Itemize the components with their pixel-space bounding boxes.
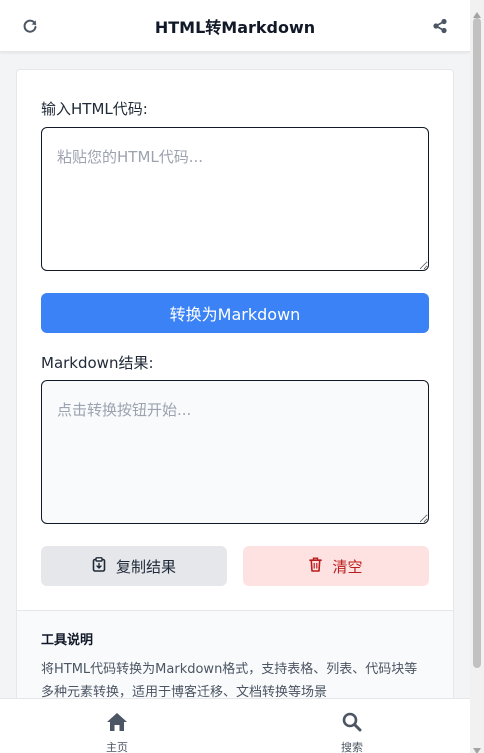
markdown-output-textarea[interactable] (41, 380, 429, 524)
nav-label-home: 主页 (106, 741, 128, 753)
clipboard-icon (92, 556, 106, 576)
app-root: HTML转Markdown 输入HTML代码: 转换为Markdown Mark… (0, 0, 484, 753)
clear-button[interactable]: 清空 (243, 546, 429, 586)
scrollbar-thumb[interactable] (473, 18, 481, 668)
refresh-icon[interactable] (20, 16, 40, 36)
copy-result-button[interactable]: 复制结果 (41, 546, 227, 586)
bottom-nav: 主页 搜索 (0, 698, 470, 753)
home-icon (106, 712, 128, 736)
copy-result-label: 复制结果 (115, 557, 176, 576)
tool-info-title: 工具说明 (41, 633, 94, 648)
trash-icon (309, 557, 323, 576)
converter-card: 输入HTML代码: 转换为Markdown Markdown结果: 复制结果 (16, 69, 454, 753)
nav-item-search[interactable]: 搜索 (322, 712, 382, 753)
search-icon (342, 712, 362, 736)
html-input-textarea[interactable] (41, 127, 429, 271)
share-icon[interactable] (430, 16, 450, 36)
convert-button[interactable]: 转换为Markdown (41, 293, 429, 333)
app-header: HTML转Markdown (0, 0, 470, 52)
nav-label-search: 搜索 (341, 741, 363, 753)
html-input-label: 输入HTML代码: (41, 100, 148, 118)
clear-label: 清空 (332, 557, 363, 576)
scroll-down-arrow-icon[interactable] (472, 740, 482, 753)
markdown-output-label: Markdown结果: (41, 354, 154, 372)
scroll-up-arrow-icon[interactable] (472, 4, 482, 18)
page-title: HTML转Markdown (154, 17, 316, 37)
nav-item-home[interactable]: 主页 (87, 712, 147, 753)
